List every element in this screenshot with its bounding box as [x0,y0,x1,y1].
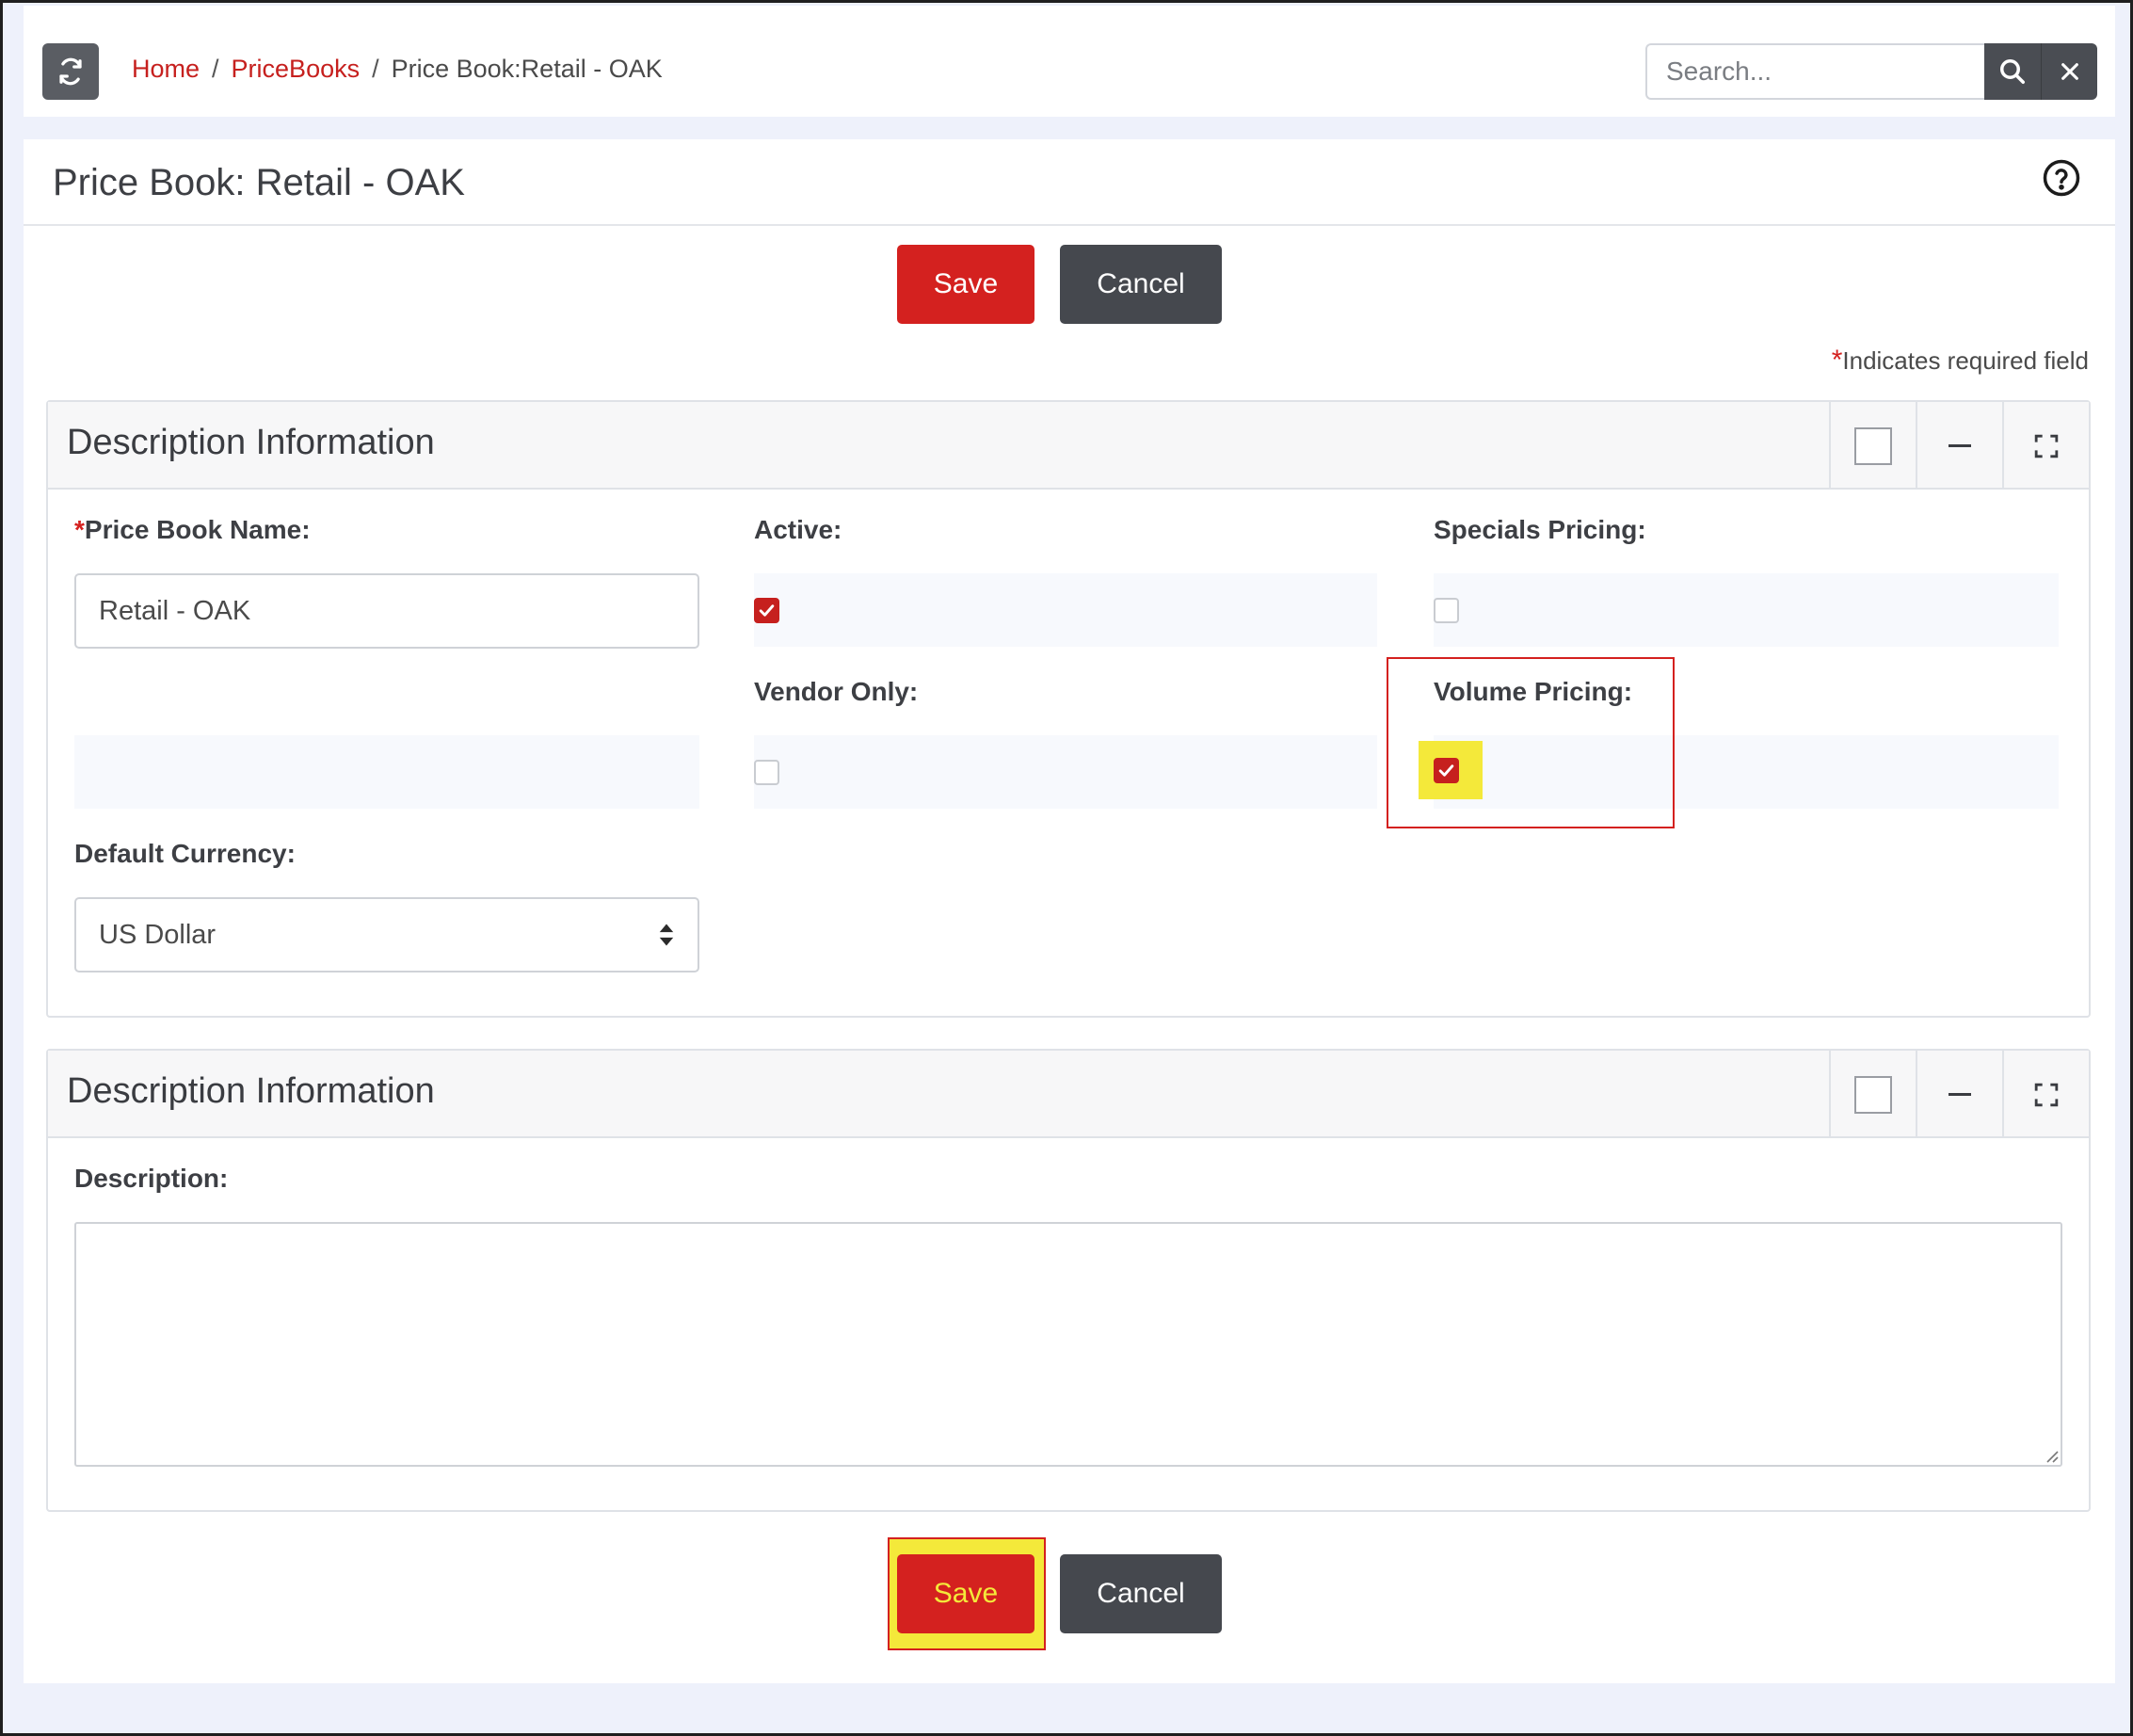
default-currency-select[interactable]: US Dollar [74,897,699,972]
cancel-button[interactable]: Cancel [1060,245,1222,324]
default-currency-label: Default Currency: [74,839,296,868]
top-bar: Home / PriceBooks / Price Book:Retail - … [24,6,2115,117]
collapse-section-button[interactable] [1916,1051,2002,1138]
title-row: Price Book: Retail - OAK [24,139,2115,226]
description-label: Description: [74,1164,229,1193]
collapse-section-button[interactable] [1916,402,2002,490]
help-icon[interactable] [2042,158,2081,198]
vendor-only-label: Vendor Only: [754,677,919,706]
save-button[interactable]: Save [897,245,1034,324]
refresh-button[interactable] [42,43,99,100]
app-frame: Home / PriceBooks / Price Book:Retail - … [0,0,2133,1736]
vendor-only-checkbox[interactable] [754,760,779,785]
sort-arrows-icon [659,924,674,946]
minus-icon [1949,444,1971,447]
active-field-row [754,573,1377,647]
search-box [1645,43,2133,100]
volume-pricing-checkbox[interactable] [1434,758,1459,783]
checkmark-icon [759,604,775,617]
section-select-toggle[interactable] [1829,402,1916,490]
section-header: Description Information [48,1051,2089,1138]
description-section: Description Information Description: [46,1049,2091,1512]
description-textarea[interactable] [74,1222,2062,1467]
search-input[interactable] [1645,43,1984,100]
price-book-name-label: *Price Book Name: [74,515,311,545]
search-icon [2000,59,2025,84]
close-icon [2061,63,2078,80]
square-icon [1854,426,1892,465]
required-field-note: *Indicates required field [1832,345,2089,377]
price-book-name-input[interactable]: Retail - OAK [74,573,699,649]
expand-section-button[interactable] [2002,402,2089,490]
section-title: Description Information [67,1071,435,1111]
active-checkbox[interactable] [754,598,779,623]
vendor-only-field-row [754,735,1377,809]
expand-icon [2034,1083,2059,1106]
required-note-text: Indicates required field [1842,346,2089,375]
expand-icon [2034,434,2059,458]
section-header: Description Information [48,402,2089,490]
cancel-button-bottom[interactable]: Cancel [1060,1554,1222,1633]
breadcrumb-separator: / [372,55,379,83]
breadcrumb-current: Price Book:Retail - OAK [391,55,663,83]
search-button[interactable] [1984,43,2041,100]
breadcrumb-home-link[interactable]: Home [132,55,200,84]
default-currency-value: US Dollar [99,919,217,950]
required-star: * [1831,345,1843,376]
specials-pricing-label: Specials Pricing: [1434,515,1646,544]
minus-icon [1949,1093,1971,1096]
breadcrumb-separator: / [212,55,219,83]
breadcrumb-pricebooks-link[interactable]: PriceBooks [232,55,361,84]
main-panel: Price Book: Retail - OAK Save Cancel *In… [24,139,2115,1683]
square-icon [1854,1075,1892,1114]
resize-handle-icon[interactable] [2044,1448,2059,1463]
expand-section-button[interactable] [2002,1051,2089,1138]
description-information-section: Description Information *Price Book Name… [46,400,2091,1018]
breadcrumb: Home / PriceBooks / Price Book:Retail - … [132,55,663,84]
refresh-icon [59,57,82,86]
section-title: Description Information [67,423,435,462]
save-button-bottom[interactable]: Save [897,1554,1034,1633]
page-title: Price Book: Retail - OAK [53,162,465,203]
specials-pricing-checkbox[interactable] [1434,598,1459,623]
required-star: * [74,515,85,544]
price-book-name-label-text: Price Book Name: [84,515,311,544]
empty-field-row [74,735,699,809]
checkmark-icon [1438,764,1454,777]
section-select-toggle[interactable] [1829,1051,1916,1138]
active-label: Active: [754,515,842,544]
clear-search-button[interactable] [2041,43,2097,100]
specials-pricing-field-row [1434,573,2059,647]
